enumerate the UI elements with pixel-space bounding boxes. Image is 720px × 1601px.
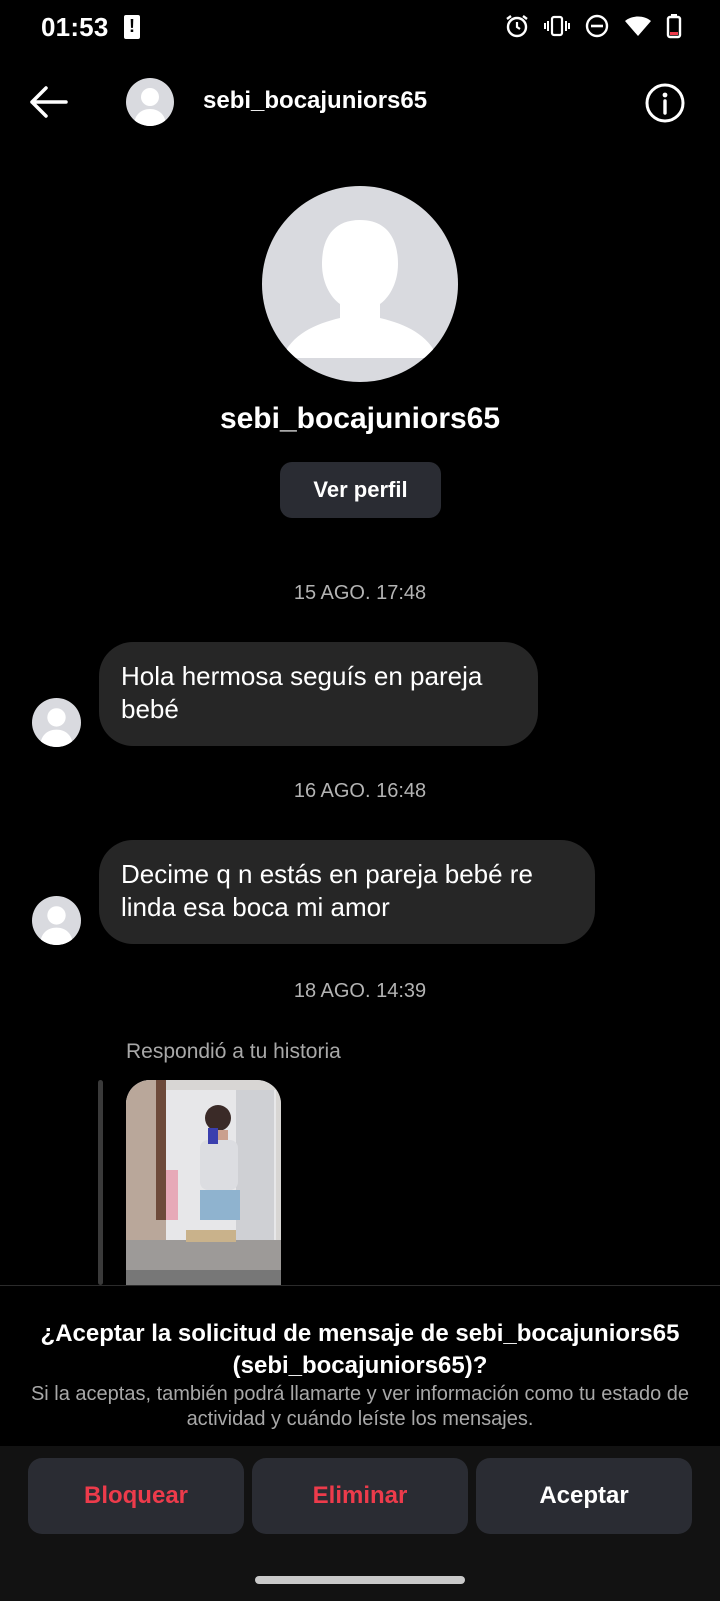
status-icons [504,13,682,39]
message-timestamp: 16 AGO. 16:48 [293,780,427,802]
story-photo [126,1080,281,1285]
story-reply-label: Respondió a tu historia [126,1040,341,1063]
default-avatar-icon [134,88,166,126]
home-indicator[interactable] [255,1576,465,1584]
alert-icon [124,15,140,39]
battery-icon [666,14,682,39]
reply-indicator-line [98,1080,103,1285]
request-subtitle: Si la aceptas, también podrá llamarte y … [30,1383,690,1430]
wifi-icon [625,16,651,36]
message-bubble[interactable]: Decime q n estás en pareja bebé re linda… [99,840,595,944]
header-avatar[interactable] [126,78,174,126]
sender-avatar[interactable] [32,896,81,945]
vibrate-icon [544,15,570,37]
do-not-disturb-icon [585,14,609,38]
status-bar: 01:53 [0,0,720,56]
default-avatar-icon [40,708,73,747]
alarm-icon [506,15,528,38]
default-avatar-icon [40,906,73,945]
delete-button[interactable]: Eliminar [252,1458,468,1534]
message-timestamp: 15 AGO. 17:48 [293,582,427,604]
profile-username: sebi_bocajuniors65 [219,402,501,435]
message-request-panel: ¿Aceptar la solicitud de mensaje de sebi… [0,1285,720,1601]
story-thumbnail[interactable] [126,1080,281,1285]
profile-avatar[interactable] [262,186,458,382]
message-bubble[interactable]: Hola hermosa seguís en pareja bebé [99,642,538,746]
back-arrow-icon[interactable] [26,82,72,122]
default-avatar-icon [282,220,438,358]
block-button[interactable]: Bloquear [28,1458,244,1534]
info-icon[interactable] [644,82,686,124]
request-title: ¿Aceptar la solicitud de mensaje de sebi… [40,1320,680,1379]
header-username[interactable]: sebi_bocajuniors65 [203,87,427,115]
message-timestamp: 18 AGO. 14:39 [293,980,427,1002]
accept-button[interactable]: Aceptar [476,1458,692,1534]
view-profile-button[interactable]: Ver perfil [280,462,441,518]
sender-avatar[interactable] [32,698,81,747]
status-time: 01:53 [41,12,109,42]
conversation-header: sebi_bocajuniors65 [0,70,720,136]
